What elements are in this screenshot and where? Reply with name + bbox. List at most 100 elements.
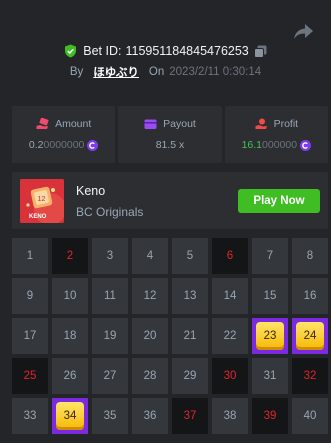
keno-cell-number: 5 <box>186 250 194 262</box>
bet-stats: Amount 0.20000000 Payout 81.5 x Profit <box>12 106 328 163</box>
keno-cell-number: 10 <box>63 290 77 302</box>
money-hand-icon <box>36 118 49 129</box>
copy-icon[interactable] <box>253 45 267 58</box>
keno-cell-number: 26 <box>63 370 77 382</box>
keno-cell-5[interactable]: 5 <box>172 238 208 274</box>
keno-cell-37[interactable]: 37 <box>172 398 208 434</box>
gem-hit-icon: 34 <box>56 402 84 430</box>
keno-cell-38[interactable]: 38 <box>212 398 248 434</box>
user-link[interactable]: ほゆぶり <box>93 64 139 80</box>
amount-value-main: 0.2 <box>28 139 44 151</box>
keno-cell-32[interactable]: 32 <box>292 358 328 394</box>
keno-cell-23[interactable]: 23 <box>252 318 288 354</box>
keno-cell-16[interactable]: 16 <box>292 278 328 314</box>
keno-cell-number: 19 <box>103 330 117 342</box>
game-thumbnail[interactable]: 12 KENO <box>20 179 64 223</box>
bet-date: 2023/2/11 0:30:14 <box>169 66 262 78</box>
keno-cell-number: 33 <box>23 410 37 422</box>
gem-hit-icon: 23 <box>256 322 284 350</box>
keno-cell-22[interactable]: 22 <box>212 318 248 354</box>
profit-label: Profit <box>273 118 299 130</box>
by-label: By <box>69 66 84 78</box>
share-icon[interactable] <box>293 22 315 40</box>
keno-cell-number: 4 <box>146 250 154 262</box>
keno-cell-20[interactable]: 20 <box>132 318 168 354</box>
profit-value-main: 16.1 <box>241 139 263 151</box>
keno-cell-number: 11 <box>104 290 116 302</box>
keno-cell-6[interactable]: 6 <box>212 238 248 274</box>
keno-cell-15[interactable]: 15 <box>252 278 288 314</box>
keno-cell-34[interactable]: 34 <box>52 398 88 434</box>
gem-hit-icon: 24 <box>296 322 324 350</box>
keno-cell-number: 17 <box>23 330 37 342</box>
keno-cell-number: 16 <box>303 290 317 302</box>
keno-cell-17[interactable]: 17 <box>12 318 48 354</box>
keno-cell-3[interactable]: 3 <box>92 238 128 274</box>
keno-cell-number: 39 <box>263 410 277 422</box>
keno-cell-18[interactable]: 18 <box>52 318 88 354</box>
keno-cell-9[interactable]: 9 <box>12 278 48 314</box>
keno-cell-21[interactable]: 21 <box>172 318 208 354</box>
keno-cell-12[interactable]: 12 <box>132 278 168 314</box>
keno-cell-11[interactable]: 11 <box>92 278 128 314</box>
keno-cell-28[interactable]: 28 <box>132 358 168 394</box>
keno-cell-31[interactable]: 31 <box>252 358 288 394</box>
keno-cell-number: 25 <box>23 370 37 382</box>
keno-cell-number: 18 <box>63 330 77 342</box>
payout-value: 81.5 x <box>155 139 185 151</box>
keno-cell-13[interactable]: 13 <box>172 278 208 314</box>
keno-cell-number: 8 <box>306 250 314 262</box>
keno-cell-number: 1 <box>26 250 34 262</box>
keno-cell-number: 32 <box>303 370 317 382</box>
thumb-badge: 12 <box>38 196 46 203</box>
keno-cell-number: 36 <box>143 410 157 422</box>
keno-cell-number: 13 <box>183 290 197 302</box>
keno-cell-number: 12 <box>143 290 157 302</box>
keno-cell-number: 3 <box>106 250 114 262</box>
keno-cell-36[interactable]: 36 <box>132 398 168 434</box>
bet-id-value: 115951184845476253 <box>125 44 249 58</box>
keno-cell-number: 30 <box>223 370 237 382</box>
amount-label: Amount <box>55 118 92 130</box>
shield-check-icon <box>65 44 77 58</box>
keno-cell-10[interactable]: 10 <box>52 278 88 314</box>
bet-id-line: Bet ID: 115951184845476253 <box>0 42 331 60</box>
keno-cell-27[interactable]: 27 <box>92 358 128 394</box>
game-card: 12 KENO Keno BC Originals Play Now <box>12 172 328 229</box>
payout-label: Payout <box>163 118 196 130</box>
keno-cell-number: 20 <box>143 330 157 342</box>
keno-cell-14[interactable]: 14 <box>212 278 248 314</box>
keno-cell-number: 22 <box>223 330 237 342</box>
keno-cell-19[interactable]: 19 <box>92 318 128 354</box>
keno-cell-number: 7 <box>266 250 274 262</box>
keno-cell-30[interactable]: 30 <box>212 358 248 394</box>
keno-cell-40[interactable]: 40 <box>292 398 328 434</box>
amount-stat: Amount 0.2 0000000 <box>12 106 116 163</box>
keno-cell-number: 15 <box>263 290 277 302</box>
keno-cell-number: 38 <box>223 410 237 422</box>
amount-value-dim: 0000000 <box>43 139 85 151</box>
play-now-button[interactable]: Play Now <box>238 189 320 213</box>
keno-cell-7[interactable]: 7 <box>252 238 288 274</box>
keno-cell-number: 37 <box>183 410 197 422</box>
keno-cell-4[interactable]: 4 <box>132 238 168 274</box>
keno-cell-number: 29 <box>183 370 197 382</box>
keno-cell-2[interactable]: 2 <box>52 238 88 274</box>
keno-cell-number: 6 <box>226 250 234 262</box>
keno-cell-29[interactable]: 29 <box>172 358 208 394</box>
keno-cell-26[interactable]: 26 <box>52 358 88 394</box>
keno-cell-24[interactable]: 24 <box>292 318 328 354</box>
keno-cell-1[interactable]: 1 <box>12 238 48 274</box>
keno-grid: 1 2 3 4 5 6 7 8 9 10 11 12 13 14 15 16 17 18 19 20 21 22 23 24 2… <box>12 238 328 434</box>
keno-cell-33[interactable]: 33 <box>12 398 48 434</box>
bet-id-label: Bet ID: <box>83 44 122 58</box>
keno-cell-35[interactable]: 35 <box>92 398 128 434</box>
coin-icon <box>300 139 312 151</box>
keno-cell-25[interactable]: 25 <box>12 358 48 394</box>
keno-cell-39[interactable]: 39 <box>252 398 288 434</box>
profit-value-dim: 000000 <box>262 139 298 151</box>
keno-cell-number: 27 <box>103 370 117 382</box>
profit-value: 16.1 000000 <box>241 139 312 151</box>
keno-cell-number: 28 <box>143 370 157 382</box>
keno-cell-8[interactable]: 8 <box>292 238 328 274</box>
